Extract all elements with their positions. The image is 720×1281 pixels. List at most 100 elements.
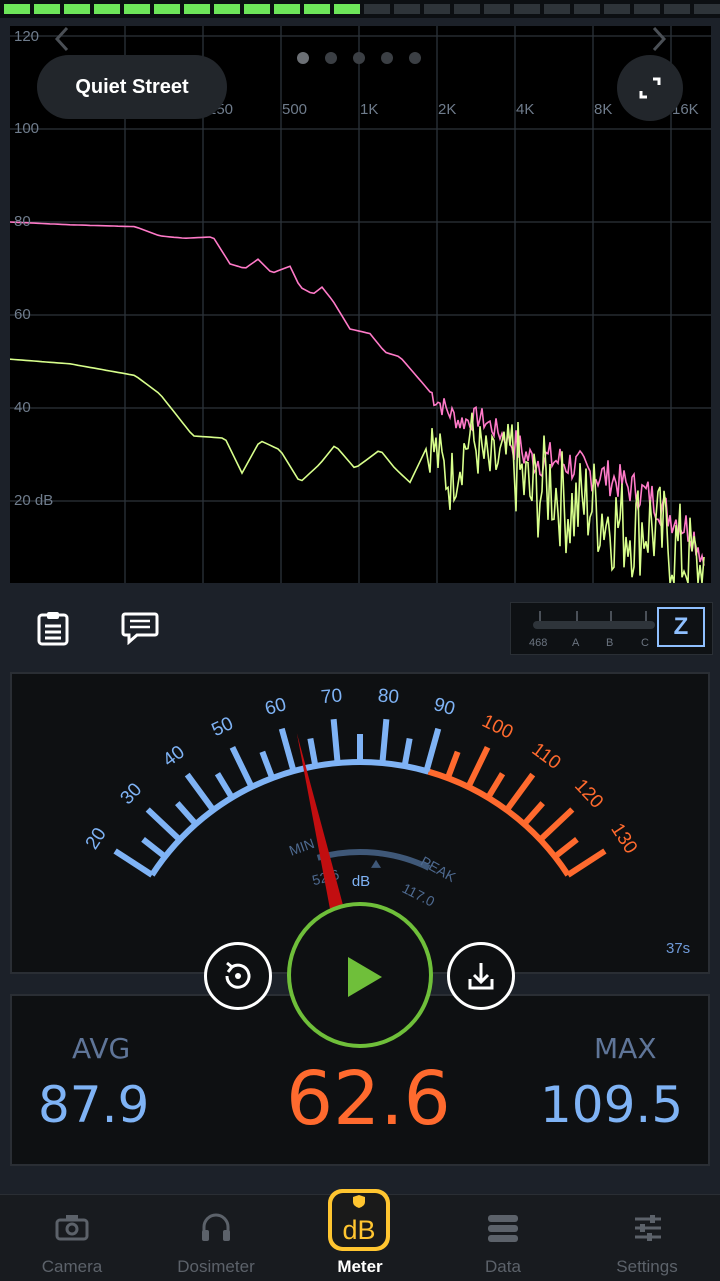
chevron-right-icon[interactable] [651,26,667,52]
weighting-tick [610,611,612,621]
x-tick-4k: 4K [516,101,535,118]
gauge-tick [229,746,255,789]
y-tick-80: 80 [14,213,31,230]
page-dot[interactable] [409,52,421,64]
sliders-icon [635,1215,661,1241]
level-segment [94,4,120,14]
gauge-tick [444,750,461,780]
unit-label: dB [352,873,370,890]
preset-label-button[interactable]: Quiet Street [37,55,227,119]
tab-bar: Camera Dosimeter dB Meter Data Settings [0,1189,720,1281]
gauge-tick [259,750,276,780]
avg-label: AVG [72,1032,131,1065]
gauge-scale-label: 100 [479,711,517,744]
weighting-option-a[interactable]: A [572,637,579,649]
comment-icon[interactable] [121,611,159,645]
page-dot[interactable] [297,52,309,64]
weighting-option-468[interactable]: 468 [529,637,547,649]
chevron-left-icon[interactable] [54,26,70,52]
level-segment [364,4,390,14]
fullscreen-button[interactable] [617,55,683,121]
weighting-option-b[interactable]: B [606,637,613,649]
level-segment [184,4,210,14]
gauge-tick [423,727,442,772]
gauge-tick [141,837,167,860]
page-dots[interactable] [297,52,421,64]
gauge-scale-label: 130 [606,820,641,858]
level-segment [664,4,690,14]
level-segment [574,4,600,14]
level-segment [274,4,300,14]
export-button[interactable] [447,942,515,1010]
page-dot[interactable] [325,52,337,64]
level-segment [124,4,150,14]
gauge-tick [504,772,536,812]
tab-camera[interactable]: Camera [0,1195,144,1281]
level-segment [454,4,480,14]
gauge-scale-label: 40 [159,742,188,771]
gauge-tick [553,837,579,860]
level-meter-bar [0,0,720,18]
gauge-tick [379,718,390,764]
y-tick-100: 100 [14,120,40,137]
tab-dosimeter-label: Dosimeter [177,1257,255,1276]
clipboard-icon[interactable] [36,610,70,646]
max-label: MAX [594,1032,657,1065]
level-segment [424,4,450,14]
x-tick-2k: 2K [438,101,457,118]
expand-icon [639,77,661,99]
gauge-tick [307,737,319,767]
y-tick-40: 40 [14,399,31,416]
min-label: MIN [287,835,317,859]
gauge-tick [330,718,341,764]
peak-spectrum-line [10,221,705,566]
gauge-tick [521,801,545,827]
gauge-scale-label: 110 [528,739,565,774]
range-marker [371,859,382,868]
page-dot[interactable] [353,52,365,64]
gauge-scale-label: 20 [82,824,111,853]
level-segment [64,4,90,14]
gauge-tick [175,801,199,827]
tab-data[interactable]: Data [431,1195,575,1281]
gauge-scale-label: 30 [116,779,146,809]
db-badge-icon: dB [328,1189,390,1251]
weighting-tick [645,611,647,621]
level-segment [694,4,720,14]
weighting-z-button[interactable]: Z [657,607,705,647]
play-button[interactable] [287,902,433,1048]
preset-label: Quiet Street [75,75,189,98]
gauge-scale-label: 70 [320,685,343,708]
gauge-tick [566,848,607,878]
page-dot[interactable] [381,52,393,64]
tab-meter-label: Meter [337,1257,383,1276]
level-segment [334,4,360,14]
tab-settings[interactable]: Settings [575,1195,719,1281]
weighting-selector[interactable]: 468 A B C Z [510,602,713,655]
weighting-option-c[interactable]: C [641,637,649,649]
reset-icon [225,961,251,989]
weighting-tick [539,611,541,621]
gauge-scale-label: 80 [377,685,400,708]
y-tick-120: 120 [14,28,40,45]
reset-button[interactable] [204,942,272,1010]
current-value: 62.6 [286,1056,451,1142]
level-segment [4,4,30,14]
weighting-tick [576,611,578,621]
x-tick-1k: 1K [360,101,379,118]
camera-icon [55,1215,89,1241]
level-segment [544,4,570,14]
gauge-tick [485,772,506,800]
tab-dosimeter[interactable]: Dosimeter [144,1195,288,1281]
gauge-scale-label: 60 [263,694,289,720]
y-tick-60: 60 [14,306,31,323]
level-segment [304,4,330,14]
level-segment [634,4,660,14]
gauge-tick [214,772,235,800]
tab-camera-label: Camera [41,1257,103,1276]
gauge-scale-label: 90 [431,694,457,720]
gauge-tick [184,772,216,812]
svg-text:dB: dB [342,1215,375,1245]
level-segment [394,4,420,14]
tab-meter[interactable]: dB Meter [288,1189,432,1281]
